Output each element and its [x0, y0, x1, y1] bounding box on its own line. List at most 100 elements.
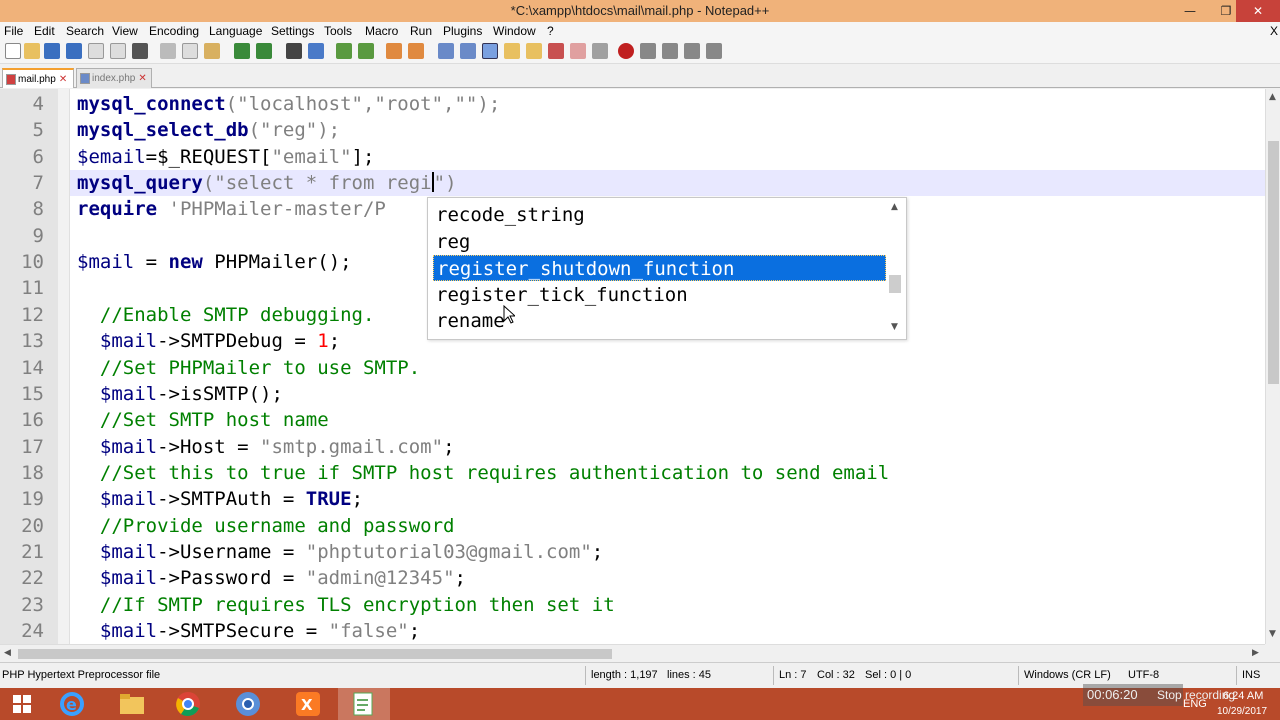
- autocomplete-item[interactable]: rename: [433, 308, 886, 334]
- line-number: 22: [21, 567, 44, 590]
- run-macro-multiple-icon[interactable]: [684, 43, 700, 59]
- menu-file[interactable]: File: [4, 24, 23, 38]
- record-macro-icon[interactable]: [618, 43, 634, 59]
- internet-explorer-icon[interactable]: e: [46, 688, 98, 720]
- zoom-out-icon[interactable]: [358, 43, 374, 59]
- autocomplete-item[interactable]: register_shutdown_function: [433, 255, 886, 281]
- scroll-up-icon[interactable]: ▲: [891, 202, 898, 212]
- zoom-in-icon[interactable]: [336, 43, 352, 59]
- autocomplete-scroll-thumb[interactable]: [889, 275, 901, 293]
- lang-define-icon[interactable]: [504, 43, 520, 59]
- code-line[interactable]: 18 //Set this to true if SMTP host requi…: [0, 460, 1265, 486]
- find-icon[interactable]: [286, 43, 302, 59]
- scroll-down-icon[interactable]: ▼: [891, 322, 898, 332]
- close-all-icon[interactable]: [110, 43, 126, 59]
- scroll-down-icon[interactable]: ▼: [1269, 629, 1276, 639]
- open-file-icon[interactable]: [24, 43, 40, 59]
- scroll-left-icon[interactable]: ◀: [4, 648, 11, 658]
- menu-run[interactable]: Run: [410, 24, 432, 38]
- scroll-up-icon[interactable]: ▲: [1269, 92, 1276, 102]
- doc-map-icon[interactable]: [526, 43, 542, 59]
- line-number: 12: [21, 303, 44, 326]
- code-line[interactable]: 21 $mail->Username = "phptutorial03@gmai…: [0, 539, 1265, 565]
- vertical-scroll-thumb[interactable]: [1268, 141, 1279, 384]
- line-number: 13: [21, 330, 44, 353]
- show-all-chars-icon[interactable]: [460, 43, 476, 59]
- code-line[interactable]: 15 $mail->isSMTP();: [0, 381, 1265, 407]
- close-button[interactable]: ✕: [1236, 0, 1280, 22]
- stop-recording-button[interactable]: Stop recording: [1157, 688, 1235, 702]
- folder-workspace-icon[interactable]: [570, 43, 586, 59]
- monitor-icon[interactable]: [592, 43, 608, 59]
- minimize-button[interactable]: —: [1172, 0, 1208, 22]
- autocomplete-popup[interactable]: ▲ ▼ recode_string reg register_shutdown_fu…: [427, 197, 907, 340]
- chrome-canary-icon[interactable]: [222, 688, 274, 720]
- redo-icon[interactable]: [256, 43, 272, 59]
- code-line[interactable]: 20 //Provide username and password: [0, 513, 1265, 539]
- code-line[interactable]: 17 $mail->Host = "smtp.gmail.com";: [0, 434, 1265, 460]
- code-line[interactable]: 22 $mail->Password = "admin@12345";: [0, 565, 1265, 591]
- code-line[interactable]: 4 mysql_connect("localhost","root","");: [0, 91, 1265, 117]
- menu-language[interactable]: Language: [209, 24, 262, 38]
- menu-encoding[interactable]: Encoding: [149, 24, 199, 38]
- autocomplete-item[interactable]: recode_string: [433, 202, 886, 228]
- copy-icon[interactable]: [182, 43, 198, 59]
- replace-icon[interactable]: [308, 43, 324, 59]
- undo-icon[interactable]: [234, 43, 250, 59]
- code-line[interactable]: 23 //If SMTP requires TLS encryption the…: [0, 592, 1265, 618]
- menu-close-doc[interactable]: X: [1270, 24, 1278, 38]
- close-tab-icon[interactable]: ✕: [59, 74, 67, 85]
- notepad-plus-plus-icon[interactable]: [338, 688, 390, 720]
- sync-vertical-icon[interactable]: [386, 43, 402, 59]
- code-editor[interactable]: 4 mysql_connect("localhost","root",""); 5 m…: [0, 89, 1265, 644]
- play-macro-icon[interactable]: [662, 43, 678, 59]
- vertical-scrollbar[interactable]: ▲ ▼: [1265, 89, 1280, 644]
- sync-horizontal-icon[interactable]: [408, 43, 424, 59]
- menu-edit[interactable]: Edit: [34, 24, 55, 38]
- tab-label: index.php: [92, 73, 136, 84]
- scroll-right-icon[interactable]: ▶: [1252, 648, 1259, 658]
- save-macro-icon[interactable]: [706, 43, 722, 59]
- xampp-icon[interactable]: X: [282, 688, 334, 720]
- cut-icon[interactable]: [160, 43, 176, 59]
- autocomplete-item[interactable]: register_tick_function: [433, 282, 886, 308]
- code-line[interactable]: 14 //Set PHPMailer to use SMTP.: [0, 355, 1265, 381]
- save-all-icon[interactable]: [66, 43, 82, 59]
- menu-window[interactable]: Window: [493, 24, 536, 38]
- horizontal-scrollbar[interactable]: ◀ ▶: [0, 644, 1265, 662]
- line-number: 16: [21, 409, 44, 432]
- tab-mail-php[interactable]: mail.php ✕: [2, 68, 74, 88]
- menu-settings[interactable]: Settings: [271, 24, 314, 38]
- clock-date[interactable]: 10/29/2017: [1217, 706, 1267, 717]
- menu-macro[interactable]: Macro: [365, 24, 398, 38]
- new-file-icon[interactable]: [5, 43, 21, 59]
- tab-index-php[interactable]: index.php ✕: [76, 68, 152, 88]
- save-icon[interactable]: [44, 43, 60, 59]
- horizontal-scroll-thumb[interactable]: [18, 649, 612, 659]
- menu-view[interactable]: View: [112, 24, 138, 38]
- tab-label: mail.php: [18, 73, 56, 85]
- code-line[interactable]: 16 //Set SMTP host name: [0, 407, 1265, 433]
- code-line[interactable]: 6 $email=$_REQUEST["email"];: [0, 144, 1265, 170]
- code-line[interactable]: 7 mysql_query("select * from regi "): [0, 170, 1265, 196]
- autocomplete-item[interactable]: reg: [433, 229, 886, 255]
- print-icon[interactable]: [132, 43, 148, 59]
- file-explorer-icon[interactable]: [106, 688, 158, 720]
- code-line[interactable]: 19 $mail->SMTPAuth = TRUE;: [0, 486, 1265, 512]
- indent-guide-icon[interactable]: [482, 43, 498, 59]
- menu-help[interactable]: ?: [547, 24, 554, 38]
- code-line[interactable]: 5 mysql_select_db("reg");: [0, 117, 1265, 143]
- menu-plugins[interactable]: Plugins: [443, 24, 482, 38]
- chrome-icon[interactable]: [162, 688, 214, 720]
- code-line[interactable]: 24 $mail->SMTPSecure = "false";: [0, 618, 1265, 644]
- menu-search[interactable]: Search: [66, 24, 104, 38]
- autocomplete-scrollbar[interactable]: ▲ ▼: [886, 202, 904, 335]
- function-list-icon[interactable]: [548, 43, 564, 59]
- paste-icon[interactable]: [204, 43, 220, 59]
- stop-macro-icon[interactable]: [640, 43, 656, 59]
- word-wrap-icon[interactable]: [438, 43, 454, 59]
- windows-start-icon[interactable]: [0, 688, 44, 720]
- menu-tools[interactable]: Tools: [324, 24, 352, 38]
- close-file-icon[interactable]: [88, 43, 104, 59]
- close-tab-icon[interactable]: ✕: [138, 73, 146, 84]
